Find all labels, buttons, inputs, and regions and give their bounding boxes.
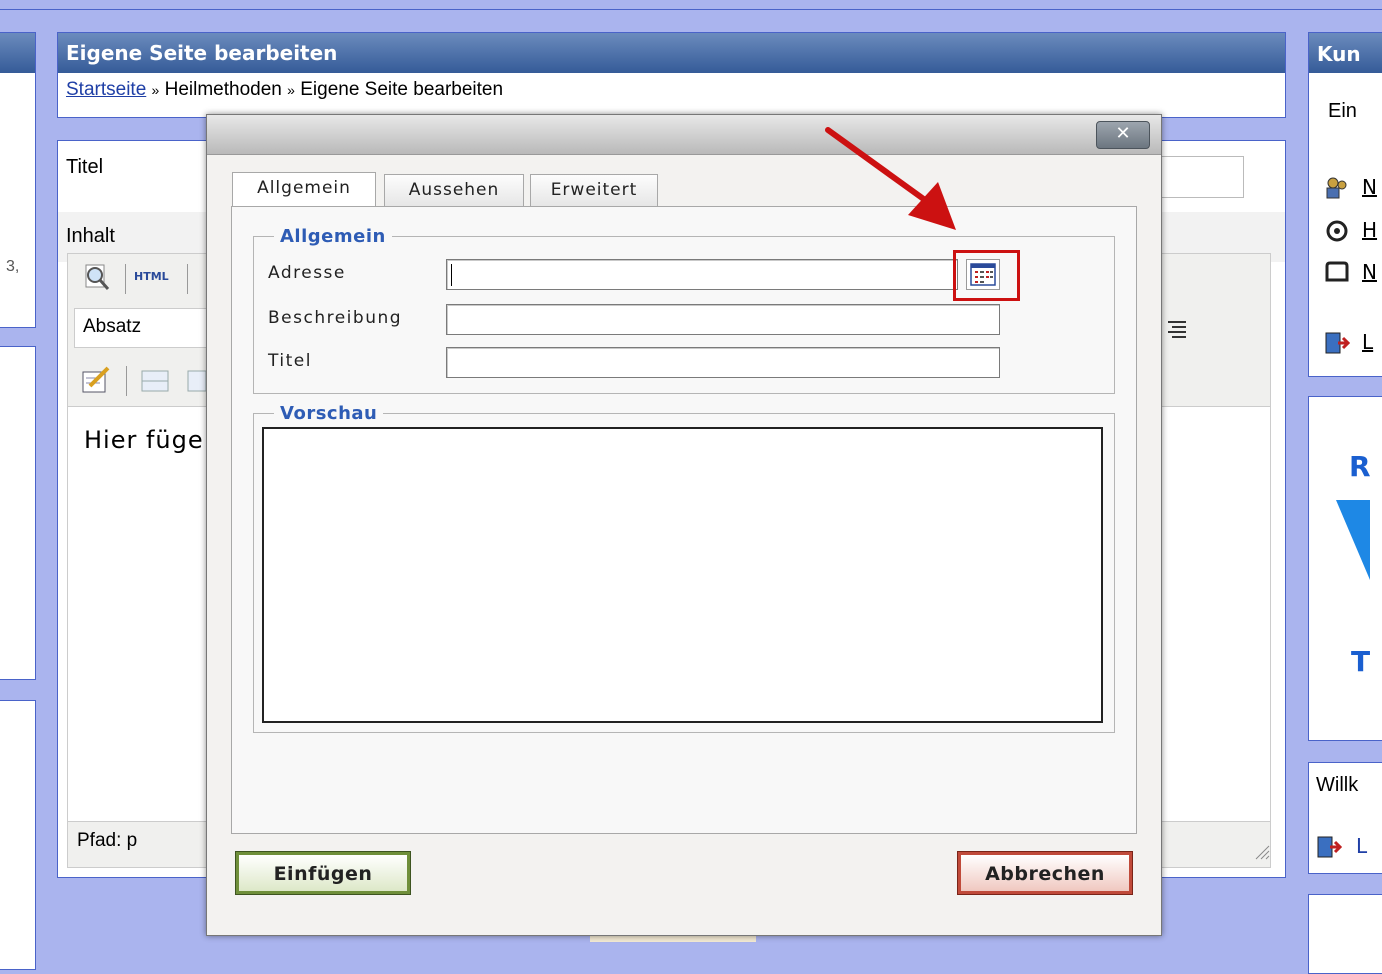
breadcrumb-separator: » — [287, 82, 295, 98]
align-icon[interactable] — [1166, 318, 1190, 342]
text-cursor — [451, 264, 452, 286]
sidebar-box-1 — [1308, 32, 1382, 377]
title-field-input[interactable] — [446, 347, 1000, 378]
welcome-text: Willk — [1316, 774, 1359, 796]
address-input[interactable] — [446, 259, 958, 290]
breadcrumb-home-link[interactable]: Startseite — [66, 79, 146, 100]
page-top-border — [0, 0, 1382, 10]
ad-text-bottom: T — [1351, 645, 1371, 678]
close-icon: ✕ — [1115, 123, 1131, 144]
sidebar-link-2[interactable]: H — [1362, 218, 1377, 242]
left-fragment-panel-2 — [0, 346, 36, 680]
logout-icon — [1316, 834, 1343, 860]
edit-icon[interactable] — [80, 364, 112, 396]
breadcrumb-current: Eigene Seite bearbeiten — [300, 79, 504, 100]
sidebar-link-4[interactable]: L — [1362, 330, 1373, 354]
ad-text-top: R — [1349, 450, 1371, 483]
address-label: Adresse — [268, 263, 346, 283]
welcome-link[interactable]: L — [1356, 834, 1367, 858]
title-field-label: Titel — [268, 351, 312, 371]
gear-icon — [1324, 218, 1350, 244]
toolbar-divider — [126, 366, 127, 396]
sidebar-box-1-header: Kun — [1309, 33, 1382, 73]
page-title: Eigene Seite bearbeiten — [58, 33, 1285, 73]
annotation-highlight-box — [953, 250, 1020, 301]
editor-status-path: Pfad: p — [77, 830, 138, 851]
sidebar-box-1-text: Ein — [1328, 100, 1357, 122]
dialog-close-button[interactable]: ✕ — [1096, 121, 1150, 149]
breadcrumb-section: Heilmethoden — [164, 79, 282, 100]
editor-body-text: Hier füge — [84, 426, 204, 454]
sidebar-link-1[interactable]: N — [1362, 175, 1377, 199]
ad-triangle-shape — [1336, 500, 1370, 580]
main-header-panel: Eigene Seite bearbeiten Startseite » Hei… — [57, 32, 1286, 118]
title-label: Titel — [66, 156, 104, 178]
bottom-tab-stub — [590, 936, 756, 942]
left-fragment-panel-1 — [0, 32, 36, 328]
table-col-icon[interactable] — [186, 368, 207, 394]
users-icon — [1324, 175, 1350, 201]
description-input[interactable] — [446, 304, 1000, 335]
content-label: Inhalt — [66, 225, 115, 247]
preview-icon[interactable] — [81, 262, 113, 292]
left-fragment-text: 3, — [6, 258, 20, 275]
left-fragment-header — [0, 33, 35, 73]
description-label: Beschreibung — [268, 308, 403, 328]
html-button[interactable]: HTML — [134, 270, 169, 283]
preview-legend: Vorschau — [280, 403, 378, 424]
toolbar-divider — [187, 264, 188, 294]
table-row-icon[interactable] — [140, 368, 170, 394]
toolbar-divider — [125, 264, 126, 294]
format-select-value: Absatz — [83, 316, 142, 337]
preview-area — [262, 427, 1103, 723]
breadcrumb: Startseite » Heilmethoden » Eigene Seite… — [58, 73, 1285, 101]
cancel-button[interactable]: Abbrechen — [957, 851, 1133, 895]
logout-icon — [1324, 330, 1351, 356]
title-input[interactable] — [1160, 156, 1244, 198]
insert-button[interactable]: Einfügen — [235, 851, 411, 895]
sidebar-link-3[interactable]: N — [1362, 260, 1377, 284]
chat-icon — [1324, 260, 1350, 286]
annotation-arrow-icon — [825, 127, 956, 230]
tab-aussehen[interactable]: Aussehen — [384, 174, 524, 206]
breadcrumb-separator: » — [151, 82, 160, 98]
tab-erweitert[interactable]: Erweitert — [530, 174, 658, 206]
tab-allgemein[interactable]: Allgemein — [232, 172, 376, 208]
left-fragment-panel-3 — [0, 700, 36, 970]
dialog-titlebar[interactable] — [207, 115, 1161, 155]
general-legend: Allgemein — [280, 226, 386, 247]
resize-handle-icon[interactable] — [1252, 842, 1270, 860]
sidebar-box-4 — [1308, 894, 1382, 974]
